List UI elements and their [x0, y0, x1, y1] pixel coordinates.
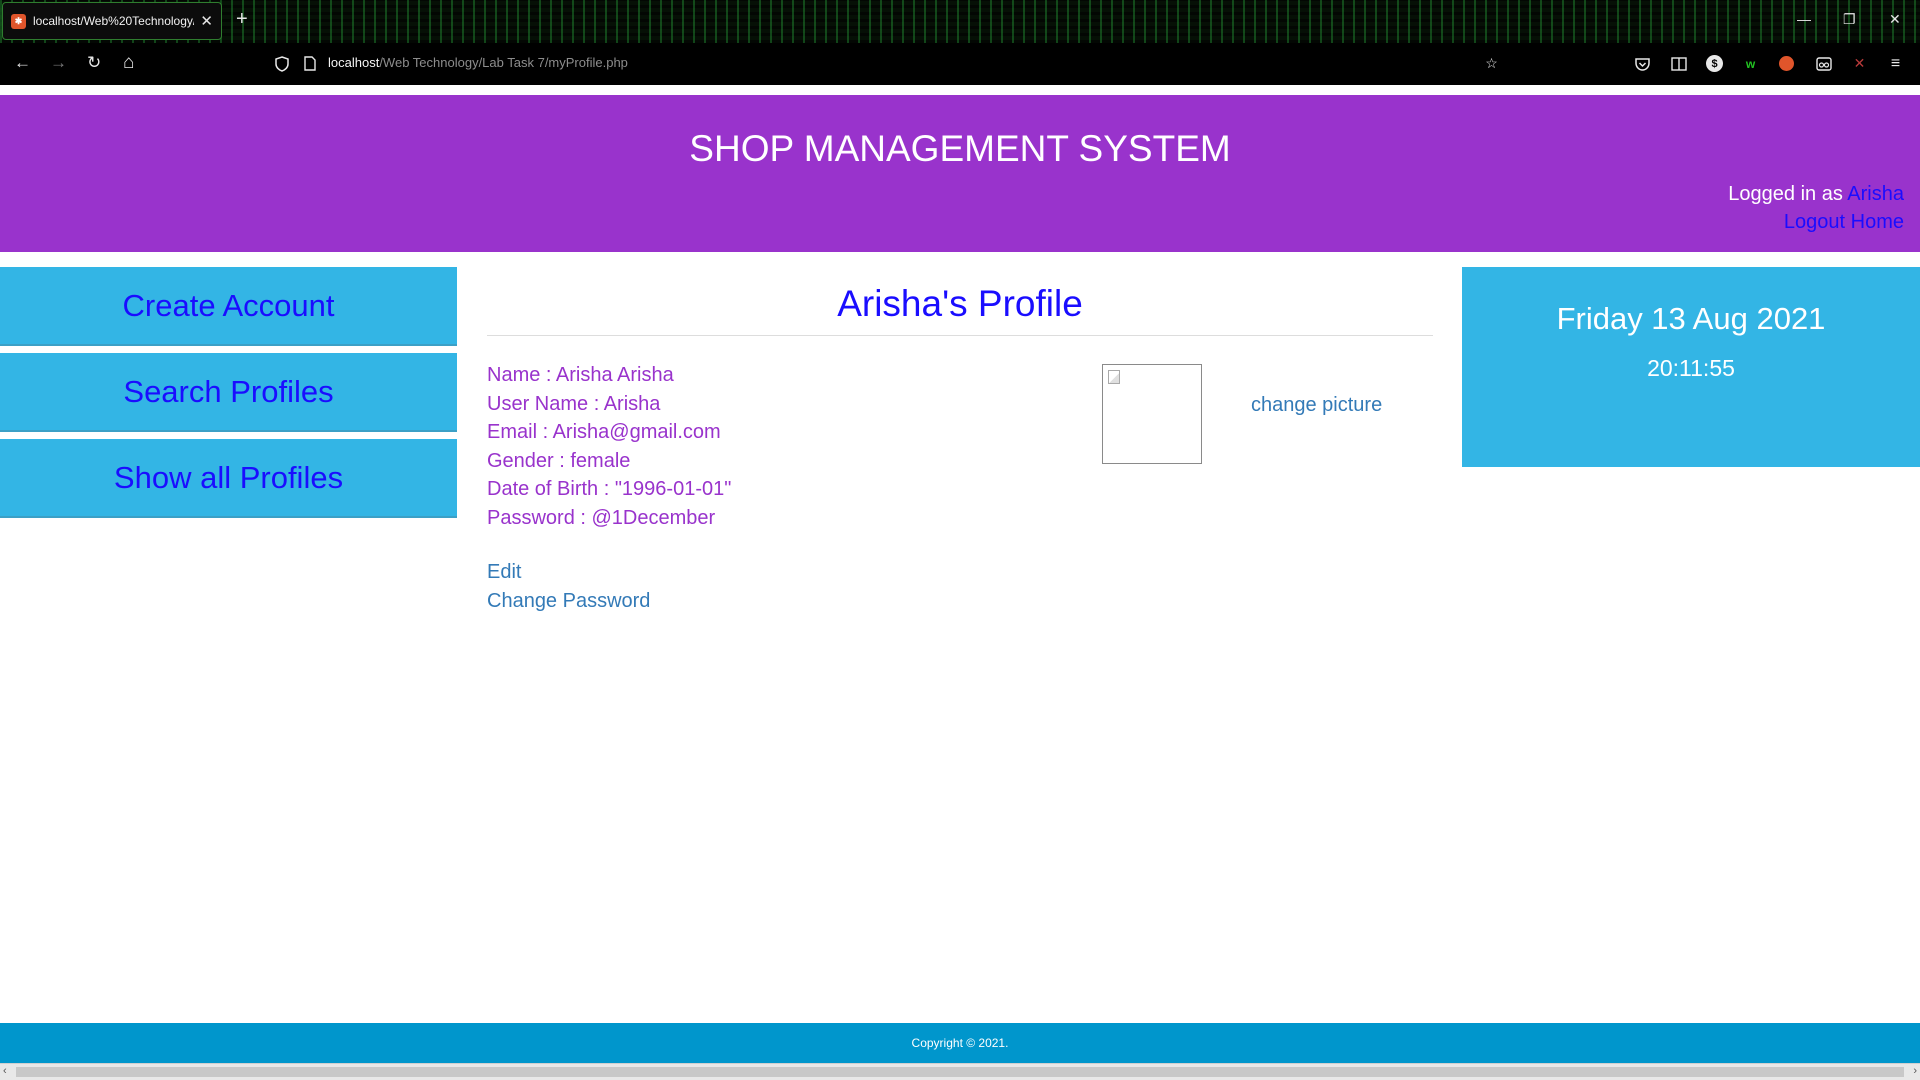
- xampp-icon: ✱: [11, 13, 26, 29]
- header-links: Logout Home: [1784, 211, 1904, 234]
- back-arrow-icon[interactable]: ←: [14, 54, 31, 72]
- clock-panel: Friday 13 Aug 2021 20:11:55: [1462, 267, 1920, 467]
- url-host: localhost: [328, 55, 380, 70]
- url-path: /Web Technology/Lab Task 7/myProfile.php: [379, 55, 628, 70]
- field-email: Email : Arisha@gmail.com: [487, 421, 721, 443]
- scrollbar-thumb[interactable]: [16, 1067, 1904, 1077]
- site-header: SHOP MANAGEMENT SYSTEM Logged in as Aris…: [0, 95, 1920, 252]
- profile-section: Arisha's Profile Name : Arisha Arisha Us…: [487, 267, 1433, 612]
- address-bar[interactable]: localhost/Web Technology/Lab Task 7/myPr…: [328, 55, 628, 70]
- tab-close-icon[interactable]: ✕: [200, 12, 213, 30]
- site-footer: Copyright © 2021.: [0, 1023, 1920, 1063]
- logged-in-status: Logged in as Arisha: [1728, 183, 1904, 206]
- reader-view-icon[interactable]: [1670, 55, 1687, 72]
- change-password-link[interactable]: Change Password: [487, 587, 650, 616]
- field-name: Name : Arisha Arisha: [487, 364, 674, 386]
- home-icon[interactable]: ⌂: [123, 53, 134, 72]
- scroll-right-arrow-icon[interactable]: ›: [1913, 1065, 1917, 1077]
- logout-link[interactable]: Logout: [1784, 211, 1845, 233]
- sidebar-item-create-account[interactable]: Create Account: [0, 267, 457, 346]
- browser-tab-bar: ✱ localhost/Web%20Technology/L ✕ + — ❐ ✕: [0, 0, 1920, 43]
- browser-nav-bar: ← → ↻ ⌂ localhost/Web Technology/Lab Tas…: [0, 43, 1920, 85]
- page-icon: [301, 55, 318, 72]
- minimize-icon[interactable]: —: [1797, 11, 1811, 27]
- tab-title: localhost/Web%20Technology/L: [33, 14, 195, 28]
- dollar-extension-icon[interactable]: $: [1706, 55, 1723, 72]
- divider: [487, 335, 1433, 336]
- w-extension-icon[interactable]: w: [1742, 55, 1759, 72]
- field-gender: Gender : female: [487, 449, 631, 472]
- sidebar-item-search-profiles[interactable]: Search Profiles: [0, 353, 457, 432]
- logged-in-prefix: Logged in as: [1728, 183, 1843, 205]
- edit-link[interactable]: Edit: [487, 558, 650, 587]
- copyright-text: Copyright © 2021.: [911, 1036, 1009, 1050]
- profile-picture: [1102, 364, 1202, 464]
- site-title: SHOP MANAGEMENT SYSTEM: [689, 128, 1231, 169]
- forward-arrow-icon[interactable]: →: [50, 54, 67, 72]
- firefox-extension-icon[interactable]: [1779, 56, 1794, 71]
- change-picture-link[interactable]: change picture: [1251, 394, 1382, 417]
- logged-in-user-link[interactable]: Arisha: [1847, 183, 1904, 205]
- new-tab-button[interactable]: +: [236, 9, 248, 29]
- scroll-left-arrow-icon[interactable]: ‹: [3, 1065, 7, 1077]
- browser-tab[interactable]: ✱ localhost/Web%20Technology/L ✕: [2, 2, 222, 40]
- broken-image-icon: [1108, 370, 1120, 384]
- field-date-of-birth: Date of Birth : "1996-01-01": [487, 478, 732, 500]
- profile-fields: Name : Arisha Arisha User Name : Arisha …: [487, 361, 731, 532]
- menu-hamburger-icon[interactable]: ≡: [1887, 55, 1904, 72]
- restore-icon[interactable]: ❐: [1843, 11, 1856, 27]
- horizontal-scrollbar[interactable]: ‹ ›: [0, 1063, 1920, 1080]
- shield-icon[interactable]: [273, 55, 290, 72]
- field-username: User Name : Arisha: [487, 392, 661, 415]
- current-time: 20:11:55: [1647, 355, 1735, 381]
- pocket-icon[interactable]: [1634, 55, 1651, 72]
- tools-extension-icon[interactable]: ✕: [1851, 55, 1868, 72]
- sidebar-item-show-all-profiles[interactable]: Show all Profiles: [0, 439, 457, 518]
- home-link[interactable]: Home: [1851, 211, 1904, 233]
- close-window-icon[interactable]: ✕: [1889, 11, 1901, 27]
- profile-actions: Edit Change Password: [487, 558, 650, 615]
- bookmark-star-icon[interactable]: ☆: [1483, 55, 1500, 72]
- glasses-extension-icon[interactable]: [1815, 55, 1832, 72]
- current-date: Friday 13 Aug 2021: [1556, 301, 1826, 336]
- profile-heading: Arisha's Profile: [837, 283, 1083, 324]
- field-password: Password : @1December: [487, 506, 716, 529]
- reload-icon[interactable]: ↻: [87, 54, 101, 72]
